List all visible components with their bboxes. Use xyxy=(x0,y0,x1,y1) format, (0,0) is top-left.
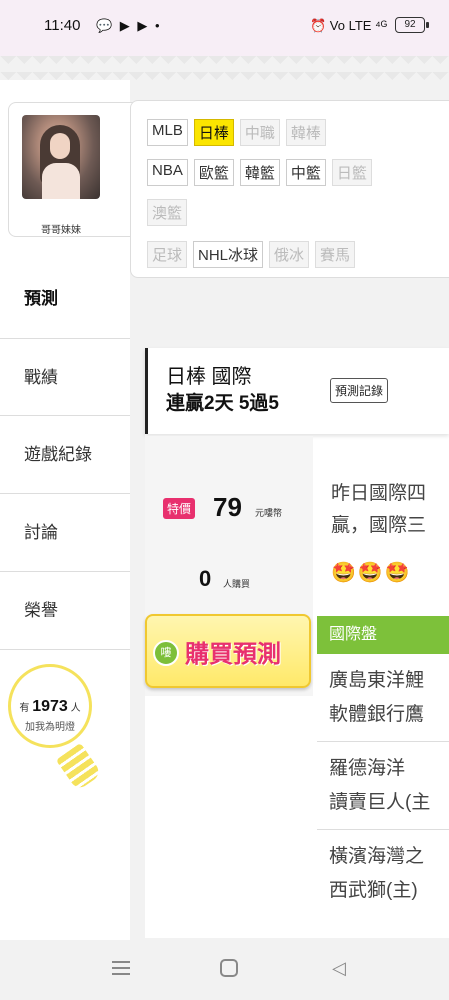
back-icon[interactable]: ◁ xyxy=(332,958,346,979)
sidebar-item-game-log[interactable]: 遊戲紀錄 xyxy=(0,416,130,494)
win-streak: 連贏2天 5過5 xyxy=(166,393,279,414)
status-time: 11:40 xyxy=(44,17,81,34)
buy-prediction-button[interactable]: 嘍 購買預測 xyxy=(145,614,311,688)
category-tags: MLB 日棒 中職 韓棒 NBA 歐籃 韓籃 中籃 日籃 澳籃 足球 NHL冰球… xyxy=(130,100,449,278)
tag-russia-hockey[interactable]: 俄冰 xyxy=(269,241,310,268)
tag-npb[interactable]: 日棒 xyxy=(193,119,234,146)
sidebar-item-record[interactable]: 戰績 xyxy=(0,338,130,416)
tag-nhl[interactable]: NHL冰球 xyxy=(193,241,264,268)
pick-section-header: 國際盤 xyxy=(317,616,449,654)
system-nav-bar: ◁ xyxy=(0,940,449,1000)
pick-item[interactable]: 廣島東洋鯉 軟體銀行鷹 xyxy=(317,654,449,742)
tag-euro-basketball[interactable]: 歐籃 xyxy=(193,159,234,186)
avatar[interactable] xyxy=(22,115,100,199)
profile-name: 哥哥妹妹 xyxy=(41,225,81,236)
recent-apps-icon[interactable] xyxy=(112,961,130,975)
status-bar: 11:40 💬 ▶ ▶ • ⏰ Vo LTE ⁴ᴳ 92 xyxy=(0,0,449,56)
tag-kbo[interactable]: 韓棒 xyxy=(285,119,326,146)
decorative-band xyxy=(0,56,449,80)
tag-nba[interactable]: NBA xyxy=(147,159,188,186)
coin-icon: 嘍 xyxy=(153,640,179,666)
prediction-panel: 日棒 國際 連贏2天 5過5 預測記錄 特價 79 元嘍幣 0 人購買 嘍 購買… xyxy=(145,348,449,938)
system-icons: ⏰ Vo LTE ⁴ᴳ xyxy=(310,18,388,33)
prediction-description: 昨日國際四 贏，國際三 xyxy=(331,483,427,536)
profile-card[interactable]: 哥哥妹妹 xyxy=(8,102,143,237)
price-unit: 元嘍幣 xyxy=(255,508,283,518)
pick-item[interactable]: 橫濱海灣之 西武獅(主) xyxy=(317,830,449,938)
buyer-unit: 人購買 xyxy=(223,579,251,589)
battery-tip xyxy=(426,22,429,28)
sidebar-item-predict[interactable]: 預測 xyxy=(0,260,130,338)
prediction-record-button[interactable]: 預測記錄 xyxy=(330,378,389,403)
tag-korea-basketball[interactable]: 韓籃 xyxy=(239,159,280,186)
star-eyes-emoji: 🤩🤩🤩 xyxy=(331,562,412,584)
battery-icon: 92 xyxy=(395,17,425,33)
buy-prediction-label: 購買預測 xyxy=(185,641,281,668)
tag-japan-basketball[interactable]: 日籃 xyxy=(331,159,372,186)
tag-aus-basketball[interactable]: 澳籃 xyxy=(147,199,188,226)
sidebar-item-discussion[interactable]: 討論 xyxy=(0,494,130,572)
tag-horse-racing[interactable]: 賽馬 xyxy=(315,241,356,268)
game-title: 日棒 國際 xyxy=(166,366,252,388)
tag-china-basketball[interactable]: 中籃 xyxy=(285,159,326,186)
follower-count: 有 1973 人 xyxy=(19,698,81,715)
sidebar-item-honor[interactable]: 榮譽 xyxy=(0,572,130,650)
sidebar: 哥哥妹妹 預測 戰績 遊戲紀錄 討論 榮譽 xyxy=(0,80,143,940)
game-header: 日棒 國際 連贏2天 5過5 預測記錄 xyxy=(145,348,449,434)
tag-cpbl[interactable]: 中職 xyxy=(239,119,280,146)
buyer-count: 0 xyxy=(199,566,212,591)
tag-mlb[interactable]: MLB xyxy=(147,119,188,146)
follow-label[interactable]: 加我為明燈 xyxy=(8,718,92,733)
tag-soccer[interactable]: 足球 xyxy=(147,241,188,268)
home-icon[interactable] xyxy=(220,959,238,977)
special-badge: 特價 xyxy=(163,498,196,519)
pick-item[interactable]: 羅德海洋 讀賣巨人(主 xyxy=(317,742,449,830)
price-amount: 79 xyxy=(213,492,242,522)
notification-icons: 💬 ▶ ▶ • xyxy=(96,18,162,33)
